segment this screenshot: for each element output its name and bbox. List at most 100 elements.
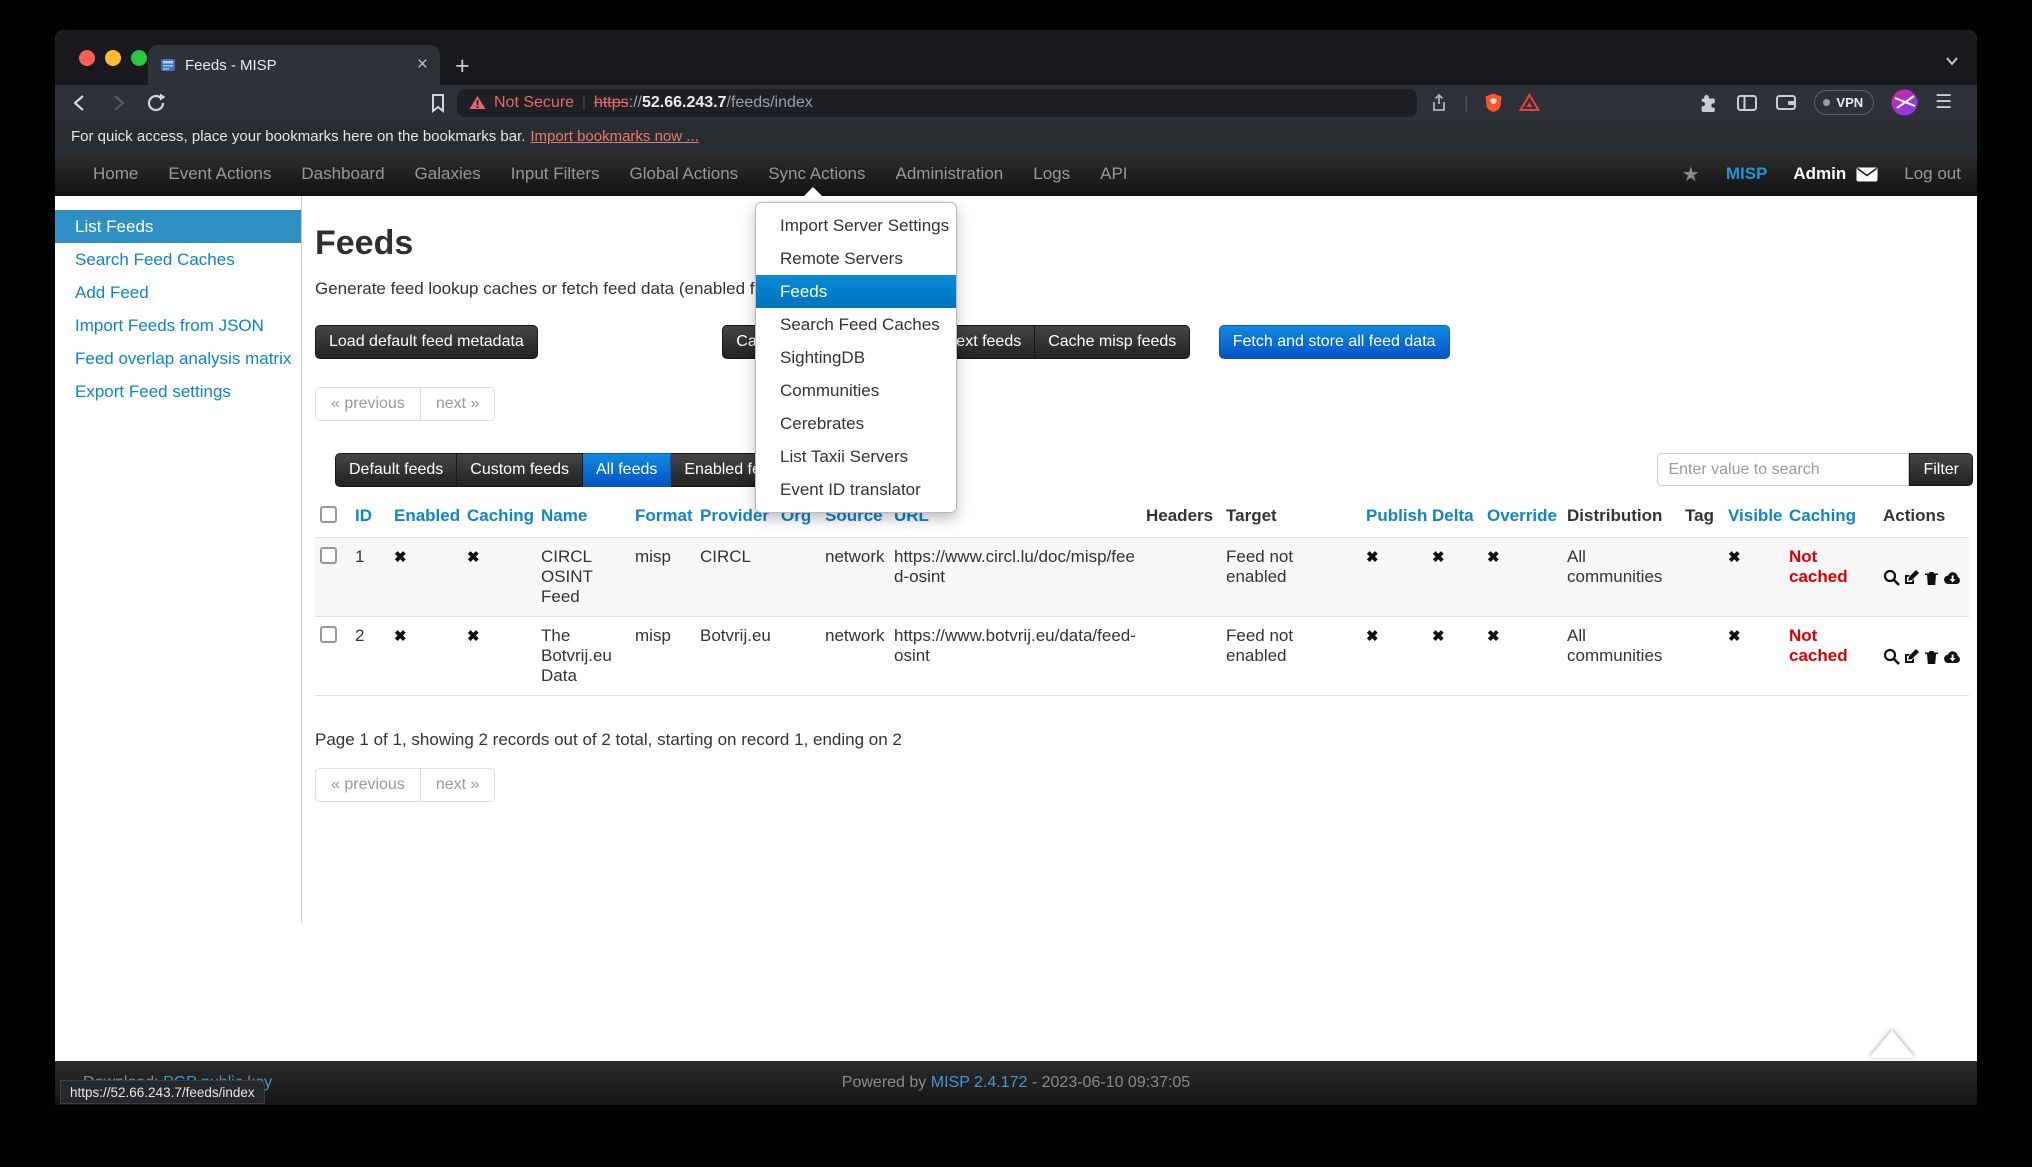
- menu-item-search-feed-caches[interactable]: Search Feed Caches: [756, 308, 956, 341]
- column-header-format[interactable]: Format: [633, 497, 698, 537]
- menu-item-cerebrates[interactable]: Cerebrates: [756, 407, 956, 440]
- menu-item-list-taxii-servers[interactable]: List Taxii Servers: [756, 440, 956, 473]
- new-tab-button[interactable]: +: [455, 52, 470, 81]
- column-header-enabled[interactable]: Enabled: [392, 497, 465, 537]
- menu-item-import-server-settings[interactable]: Import Server Settings: [756, 209, 956, 242]
- nav-dashboard[interactable]: Dashboard: [301, 164, 384, 184]
- edit-icon[interactable]: [1903, 569, 1920, 586]
- column-header-name[interactable]: Name: [539, 497, 633, 537]
- sidebar-item-list-feeds[interactable]: List Feeds: [55, 210, 301, 243]
- tab-search-chevron-icon[interactable]: [1943, 54, 1961, 68]
- profile-avatar[interactable]: [1891, 89, 1918, 116]
- feed-tag: [1683, 538, 1726, 616]
- feed-caching-status: Not cached: [1787, 617, 1881, 695]
- feed-format: misp: [633, 617, 698, 695]
- sidebar-item-import-feeds-json[interactable]: Import Feeds from JSON: [55, 309, 301, 342]
- tab-custom-feeds[interactable]: Custom feeds: [457, 453, 583, 487]
- sidebar-item-add-feed[interactable]: Add Feed: [55, 276, 301, 309]
- minimize-window-button[interactable]: [105, 50, 121, 66]
- previous-page-button[interactable]: « previous: [315, 387, 421, 421]
- delete-icon[interactable]: [1923, 569, 1940, 586]
- fetch-store-all-button[interactable]: Fetch and store all feed data: [1219, 325, 1450, 359]
- window-controls: [79, 50, 147, 66]
- menu-icon[interactable]: ☰: [1935, 91, 1952, 114]
- cache-misp-feeds-button[interactable]: Cache misp feeds: [1035, 325, 1190, 359]
- select-all-checkbox[interactable]: [320, 506, 337, 523]
- column-header-override[interactable]: Override: [1485, 497, 1565, 537]
- menu-item-sightingdb[interactable]: SightingDB: [756, 341, 956, 374]
- row-checkbox[interactable]: [320, 626, 337, 643]
- logout-link[interactable]: Log out: [1904, 164, 1961, 184]
- import-bookmarks-link[interactable]: Import bookmarks now ...: [530, 128, 698, 145]
- extensions-puzzle-icon[interactable]: [1698, 92, 1719, 113]
- menu-item-feeds[interactable]: Feeds: [756, 275, 956, 308]
- misp-navbar: Home Event Actions Dashboard Galaxies In…: [55, 152, 1977, 196]
- nav-home[interactable]: Home: [93, 164, 138, 184]
- nav-administration[interactable]: Administration: [896, 164, 1004, 184]
- column-header-headers: Headers: [1144, 497, 1224, 537]
- edit-icon[interactable]: [1903, 648, 1920, 665]
- delete-icon[interactable]: [1923, 648, 1940, 665]
- close-window-button[interactable]: [79, 50, 95, 66]
- envelope-icon[interactable]: [1856, 167, 1878, 182]
- column-header-publish[interactable]: Publish: [1364, 497, 1430, 537]
- menu-item-communities[interactable]: Communities: [756, 374, 956, 407]
- column-header-caching2[interactable]: Caching: [1787, 497, 1881, 537]
- cloud-download-icon[interactable]: [1943, 569, 1962, 586]
- tab-close-icon[interactable]: ×: [417, 57, 428, 73]
- address-bar[interactable]: Not Secure | https://52.66.243.7/feeds/i…: [457, 89, 1417, 117]
- column-header-caching[interactable]: Caching: [465, 497, 539, 537]
- nav-global-actions[interactable]: Global Actions: [630, 164, 739, 184]
- tab-default-feeds[interactable]: Default feeds: [335, 453, 457, 487]
- column-header-id[interactable]: ID: [353, 497, 392, 537]
- column-header-distribution: Distribution: [1565, 497, 1683, 537]
- nav-galaxies[interactable]: Galaxies: [415, 164, 481, 184]
- cross-icon: ✖: [394, 549, 407, 566]
- forward-icon[interactable]: [107, 92, 129, 114]
- view-icon[interactable]: [1883, 569, 1900, 586]
- filter-button[interactable]: Filter: [1909, 453, 1973, 486]
- column-header-visible[interactable]: Visible: [1726, 497, 1787, 537]
- feed-distribution: All communities: [1565, 617, 1683, 695]
- column-header-delta[interactable]: Delta: [1430, 497, 1485, 537]
- misp-brand-link[interactable]: MISP: [1726, 164, 1768, 184]
- sidebar-item-search-feed-caches[interactable]: Search Feed Caches: [55, 243, 301, 276]
- row-checkbox[interactable]: [320, 547, 337, 564]
- menu-item-event-id-translator[interactable]: Event ID translator: [756, 473, 956, 506]
- brave-rewards-icon[interactable]: [1519, 93, 1540, 112]
- wallet-icon[interactable]: [1775, 93, 1797, 112]
- share-icon[interactable]: [1429, 93, 1449, 113]
- back-icon[interactable]: [69, 92, 91, 114]
- maximize-window-button[interactable]: [131, 50, 147, 66]
- cloud-download-icon[interactable]: [1943, 648, 1962, 665]
- misp-version-link[interactable]: MISP 2.4.172: [931, 1074, 1028, 1091]
- nav-input-filters[interactable]: Input Filters: [511, 164, 600, 184]
- brave-shields-icon[interactable]: [1483, 92, 1504, 113]
- favorites-star-icon[interactable]: ★: [1682, 162, 1700, 187]
- sidebar-toggle-icon[interactable]: [1736, 93, 1758, 113]
- nav-api[interactable]: API: [1100, 164, 1127, 184]
- next-page-button[interactable]: next »: [421, 387, 496, 421]
- browser-toolbar: Not Secure | https://52.66.243.7/feeds/i…: [55, 85, 1977, 120]
- sidebar-item-feed-overlap-matrix[interactable]: Feed overlap analysis matrix: [55, 342, 301, 375]
- next-page-button[interactable]: next »: [421, 768, 496, 802]
- browser-tab[interactable]: Feeds - MISP ×: [148, 45, 440, 85]
- feed-format: misp: [633, 538, 698, 616]
- sidebar-item-export-feed-settings[interactable]: Export Feed settings: [55, 375, 301, 408]
- table-row: 2 ✖ ✖ The Botvrij.eu Data misp Botvrij.e…: [315, 617, 1969, 696]
- sidebar: List Feeds Search Feed Caches Add Feed I…: [55, 196, 302, 923]
- bookmark-icon[interactable]: [429, 93, 447, 113]
- search-input[interactable]: [1657, 453, 1909, 486]
- view-icon[interactable]: [1883, 648, 1900, 665]
- nav-sync-actions[interactable]: Sync Actions: [768, 164, 865, 184]
- vpn-button[interactable]: VPN: [1814, 90, 1874, 115]
- nav-event-actions[interactable]: Event Actions: [168, 164, 271, 184]
- previous-page-button[interactable]: « previous: [315, 768, 421, 802]
- menu-item-remote-servers[interactable]: Remote Servers: [756, 242, 956, 275]
- reload-icon[interactable]: [145, 92, 167, 114]
- load-default-metadata-button[interactable]: Load default feed metadata: [315, 325, 538, 359]
- nav-username[interactable]: Admin: [1793, 164, 1846, 184]
- nav-logs[interactable]: Logs: [1033, 164, 1070, 184]
- scroll-to-top-button[interactable]: [1869, 1030, 1915, 1058]
- tab-all-feeds[interactable]: All feeds: [583, 453, 671, 487]
